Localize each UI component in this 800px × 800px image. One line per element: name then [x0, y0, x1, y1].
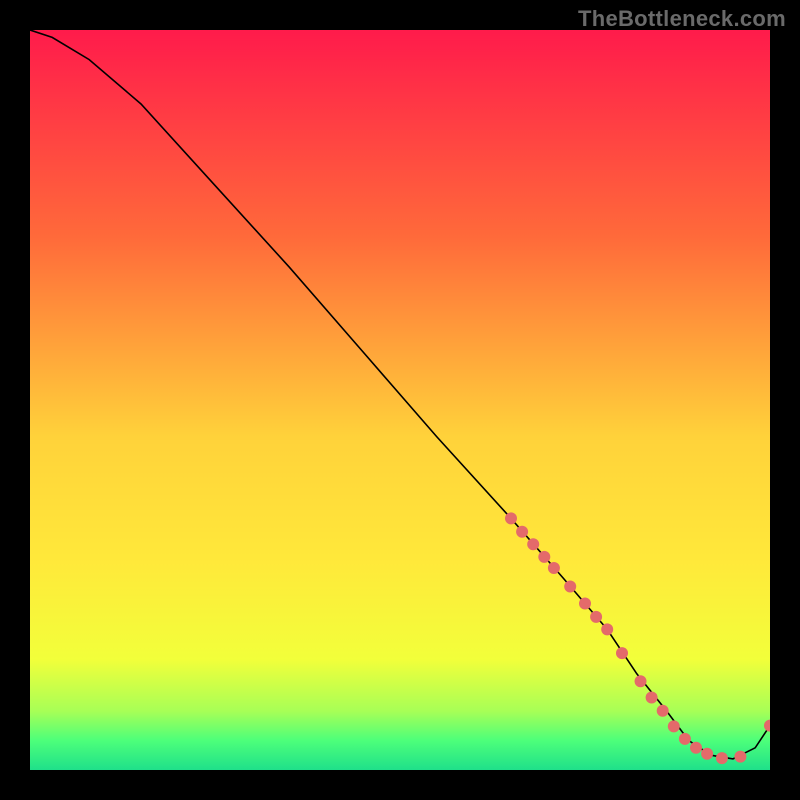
marker-point [579, 598, 591, 610]
marker-point [505, 512, 517, 524]
plot-area [30, 30, 770, 770]
marker-point [516, 526, 528, 538]
chart-background [30, 30, 770, 770]
marker-point [601, 623, 613, 635]
watermark-text: TheBottleneck.com [578, 6, 786, 32]
marker-point [527, 538, 539, 550]
marker-point [548, 562, 560, 574]
marker-point [657, 705, 669, 717]
marker-point [538, 551, 550, 563]
marker-point [616, 647, 628, 659]
chart-svg [30, 30, 770, 770]
marker-point [679, 733, 691, 745]
chart-stage: TheBottleneck.com [0, 0, 800, 800]
marker-point [734, 751, 746, 763]
marker-point [635, 675, 647, 687]
marker-point [564, 580, 576, 592]
marker-point [668, 720, 680, 732]
marker-point [690, 742, 702, 754]
marker-point [716, 752, 728, 764]
marker-point [590, 611, 602, 623]
marker-point [646, 691, 658, 703]
marker-point [701, 748, 713, 760]
